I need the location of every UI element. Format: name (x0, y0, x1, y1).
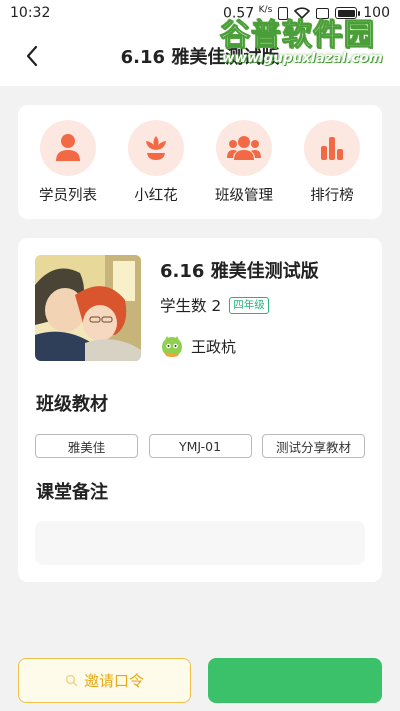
watermark-url: www.gupuxlazal.com (222, 50, 383, 66)
menu-icon-bg (216, 119, 272, 176)
menu-icon-bg (40, 119, 96, 176)
material-tag[interactable]: 测试分享教材 (262, 434, 365, 458)
menu-item-class-management[interactable]: 班级管理 (204, 119, 284, 205)
menu-icon-bg (128, 119, 184, 176)
class-info-card: 6.16 雅美佳测试版 学生数 2 四年级 王政杭 班级教材 雅美佳 YMJ-0… (18, 238, 382, 582)
material-tag[interactable]: YMJ-01 (148, 434, 252, 458)
cover-illustration (35, 255, 141, 361)
teacher-row: 王政杭 (160, 334, 236, 358)
student-count: 学生数 2 (160, 297, 222, 315)
user-icon (56, 133, 80, 161)
grade-badge: 四年级 (229, 296, 269, 314)
search-icon (65, 674, 78, 687)
menu-item-little-flower[interactable]: 小红花 (116, 119, 196, 205)
teacher-name: 王政杭 (191, 337, 237, 356)
materials-title: 班级教材 (36, 394, 108, 415)
notes-box[interactable] (35, 521, 365, 565)
menu-label: 小红花 (134, 187, 178, 204)
watermark-title: 谷普软件园 (220, 18, 375, 54)
menu-item-leaderboard[interactable]: 排行榜 (292, 119, 372, 205)
class-name: 6.16 雅美佳测试版 (160, 261, 319, 282)
invite-code-label: 邀请口令 (83, 672, 144, 690)
status-time: 10:32 (10, 5, 51, 21)
group-icon (227, 135, 261, 160)
bar-chart-icon (321, 136, 343, 160)
bottom-action-bar: 邀请口令 (0, 640, 400, 711)
material-tag[interactable]: 雅美佳 (35, 434, 138, 458)
flower-icon (146, 135, 166, 160)
menu-label: 学员列表 (39, 187, 97, 204)
primary-action-button[interactable] (208, 658, 382, 703)
teacher-avatar-icon (162, 336, 182, 357)
student-row: 学生数 2 四年级 (160, 294, 269, 316)
watermark: 谷普软件园 www.gupuxlazal.com (218, 6, 398, 68)
invite-code-button[interactable]: 邀请口令 (18, 658, 191, 703)
menu-item-student-list[interactable]: 学员列表 (28, 119, 108, 205)
chevron-left-icon (26, 45, 38, 67)
back-button[interactable] (18, 42, 46, 70)
menu-icon-bg (304, 119, 360, 176)
materials-tags: 雅美佳 YMJ-01 测试分享教材 (35, 434, 365, 458)
class-cover-image (35, 255, 141, 361)
notes-title: 课堂备注 (36, 482, 108, 503)
menu-label: 班级管理 (215, 187, 273, 204)
menu-label: 排行榜 (310, 187, 354, 204)
menu-card: 学员列表 小红花 班级管理 排行榜 (18, 105, 382, 219)
